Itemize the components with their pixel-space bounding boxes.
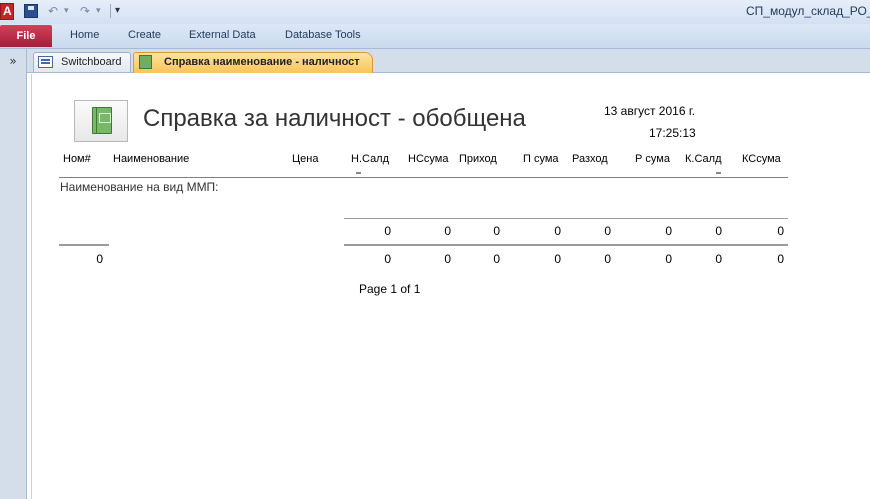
col-header-num: Ном# xyxy=(63,153,91,165)
group-total-closing-qty: 0 xyxy=(715,224,722,238)
col-header-opening-sum: НСсума xyxy=(408,153,449,165)
doc-tab-label: Switchboard xyxy=(61,56,122,68)
redo-dropdown-icon[interactable]: ▾ xyxy=(96,3,101,19)
header-tick xyxy=(356,172,361,174)
grand-total-expense-sum: 0 xyxy=(665,252,672,266)
report-view xyxy=(28,73,870,499)
col-header-closing-sum: КСсума xyxy=(742,153,781,165)
tab-external-data[interactable]: External Data xyxy=(189,29,256,41)
form-icon xyxy=(38,56,53,68)
report-title: Справка за наличност - обобщена xyxy=(143,105,526,132)
group-total-income-sum: 0 xyxy=(554,224,561,238)
grand-total-opening-sum: 0 xyxy=(444,252,451,266)
title-bar: A ↶ ▾ ↷ ▾ ▾ СП_модул_склад_РО_2 xyxy=(0,0,870,24)
book-icon xyxy=(92,107,112,134)
group-total-expense-sum: 0 xyxy=(665,224,672,238)
header-tick xyxy=(716,172,721,174)
doc-tab-label: Справка наименование - наличност xyxy=(164,56,360,68)
page-number: Page 1 of 1 xyxy=(359,282,421,296)
grand-total-closing-sum: 0 xyxy=(777,252,784,266)
doc-tab-switchboard[interactable]: Switchboard xyxy=(33,52,131,72)
doc-tab-report[interactable]: Справка наименование - наличност xyxy=(133,52,373,73)
undo-icon[interactable]: ↶ xyxy=(48,3,58,19)
group-total-closing-sum: 0 xyxy=(777,224,784,238)
group-total-opening-sum: 0 xyxy=(444,224,451,238)
report-left-border xyxy=(31,74,32,499)
grand-count-line xyxy=(59,244,109,246)
access-app-icon[interactable]: A xyxy=(0,3,14,20)
qat-separator xyxy=(110,4,111,18)
document-tab-strip: » Switchboard Справка наименование - нал… xyxy=(0,49,870,73)
grand-total-count: 0 xyxy=(96,252,103,266)
grand-total-closing-qty: 0 xyxy=(715,252,722,266)
grand-total-income-qty: 0 xyxy=(493,252,500,266)
navigation-pane-toggle[interactable]: » xyxy=(0,49,27,73)
grand-total-expense-qty: 0 xyxy=(604,252,611,266)
col-header-name: Наименование xyxy=(113,153,190,165)
grand-total-opening-qty: 0 xyxy=(384,252,391,266)
group-label: Наименование на вид ММП: xyxy=(60,180,219,194)
group-total-line xyxy=(344,218,788,219)
col-header-opening-qty: Н.Салд xyxy=(351,153,390,165)
file-tab[interactable]: File xyxy=(0,25,52,47)
report-time: 17:25:13 xyxy=(649,126,696,140)
report-logo xyxy=(74,100,128,142)
col-header-expense-qty: Разход xyxy=(572,153,608,165)
grand-total-line xyxy=(344,244,788,246)
customize-qat-icon[interactable]: ▾ xyxy=(115,3,120,19)
save-icon[interactable] xyxy=(24,4,38,18)
col-header-expense-sum: Р сума xyxy=(635,153,670,165)
header-divider xyxy=(59,177,788,178)
ribbon-tab-bar: File Home Create External Data Database … xyxy=(0,24,870,49)
group-total-expense-qty: 0 xyxy=(604,224,611,238)
tab-create[interactable]: Create xyxy=(128,29,161,41)
tab-home[interactable]: Home xyxy=(70,29,99,41)
window-title: СП_модул_склад_РО_2 xyxy=(746,4,870,18)
undo-dropdown-icon[interactable]: ▾ xyxy=(64,3,69,19)
group-total-income-qty: 0 xyxy=(493,224,500,238)
tab-database-tools[interactable]: Database Tools xyxy=(285,29,361,41)
col-header-income-qty: Приход xyxy=(459,153,497,165)
grand-total-income-sum: 0 xyxy=(554,252,561,266)
report-date: 13 август 2016 г. xyxy=(604,104,696,118)
report-icon xyxy=(139,55,152,69)
redo-icon[interactable]: ↷ xyxy=(80,3,90,19)
navigation-pane-collapsed[interactable] xyxy=(0,73,27,499)
group-total-opening-qty: 0 xyxy=(384,224,391,238)
col-header-income-sum: П сума xyxy=(523,153,559,165)
col-header-price: Цена xyxy=(292,153,319,165)
col-header-closing-qty: К.Салд xyxy=(685,153,722,165)
app-icon-letter: A xyxy=(3,4,12,18)
